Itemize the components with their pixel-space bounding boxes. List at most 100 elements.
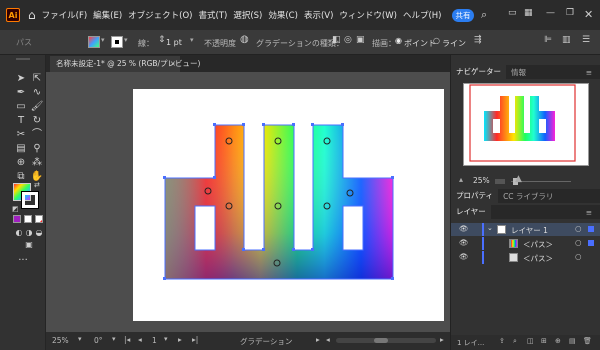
rotation-value[interactable]: 0° [94, 336, 103, 345]
curvature-tool-icon[interactable]: ∿ [30, 87, 44, 99]
close-tab-icon[interactable]: × [170, 56, 176, 72]
layer-row[interactable]: 👁 ＜パス＞ ○ [451, 251, 600, 264]
canvas[interactable] [46, 72, 450, 332]
rotate-tool-icon[interactable]: ↻ [30, 115, 44, 127]
none-mode-icon[interactable] [35, 215, 43, 223]
arrange-documents-icon[interactable]: ▭ [508, 8, 517, 18]
shape-builder-tool-icon[interactable]: ⊕ [14, 157, 28, 169]
panel-menu-icon[interactable]: ≡ [581, 68, 597, 77]
opacity-label[interactable]: 不透明度 [204, 38, 236, 49]
scrollbar-thumb[interactable] [374, 338, 388, 343]
gradient-artwork[interactable] [133, 89, 444, 321]
new-sublayer-icon[interactable]: ⊞ [541, 337, 547, 345]
target-icon[interactable]: ○ [575, 252, 582, 261]
layer-name[interactable]: ＜パス＞ [523, 253, 553, 264]
search-icon[interactable]: ⌕ [481, 8, 487, 22]
chevron-down-icon[interactable]: ▾ [124, 36, 128, 44]
scroll-right-icon[interactable]: ▸ [440, 335, 444, 344]
type-tool-icon[interactable]: T [14, 115, 28, 127]
transform-icon[interactable]: ▥ [562, 35, 571, 45]
screen-mode-icon[interactable]: ▣ [22, 239, 36, 251]
align-icon[interactable]: ⊫ [544, 35, 552, 45]
menu-file[interactable]: ファイル(F) [42, 9, 88, 21]
tab-cc-libraries[interactable]: CC ライブラリ [498, 191, 558, 202]
radial-gradient-icon[interactable]: ◎ [344, 35, 352, 45]
swap-colors-icon[interactable]: ⇄ [34, 181, 40, 189]
layer-row[interactable]: 👁 ⌄ レイヤー 1 ○ [451, 223, 600, 236]
chevron-down-icon[interactable]: ▾ [190, 36, 194, 44]
stroke-swatch[interactable] [111, 36, 123, 48]
symbol-sprayer-tool-icon[interactable]: ⁂ [30, 157, 44, 169]
locate-object-icon[interactable]: ⌕ [513, 337, 517, 346]
chevron-down-icon[interactable]: ▾ [164, 335, 168, 343]
horizontal-scrollbar[interactable] [336, 338, 436, 343]
target-icon[interactable]: ○ [575, 224, 582, 233]
gradient-shape[interactable] [164, 124, 394, 280]
selection-indicator[interactable] [588, 240, 594, 246]
scroll-left-icon[interactable]: ◂ [326, 335, 330, 344]
delete-icon[interactable]: 🗑 [583, 337, 592, 345]
tab-properties[interactable]: プロパティ [451, 189, 499, 203]
close-window-icon[interactable]: ✕ [584, 8, 593, 21]
navigator-zoom-input[interactable]: 25% [473, 176, 490, 185]
eye-icon[interactable]: 👁 [459, 224, 469, 233]
scissors-tool-icon[interactable]: ✂ [14, 129, 28, 141]
menu-effect[interactable]: 効果(C) [268, 9, 298, 21]
layer-name[interactable]: ＜パス＞ [523, 239, 553, 250]
artboard[interactable] [133, 89, 444, 321]
gradient-mode-icon[interactable] [24, 215, 32, 223]
previous-artboard-icon[interactable]: ◂ [138, 335, 142, 344]
zoom-out-icon[interactable]: ▴ [459, 175, 463, 184]
maximize-icon[interactable]: ❐ [566, 8, 574, 18]
lasso-tool-icon[interactable]: ⌒ [30, 129, 44, 141]
menu-type[interactable]: 書式(T) [199, 9, 228, 21]
artboard-number[interactable]: 1 [152, 336, 157, 345]
last-artboard-icon[interactable]: ▸| [192, 335, 198, 344]
menu-select[interactable]: 選択(S) [233, 9, 262, 21]
point-option[interactable]: ポイント [404, 38, 436, 49]
zoom-level[interactable]: 25% [52, 336, 69, 345]
draw-inside-icon[interactable]: ◒ [32, 227, 46, 239]
menu-edit[interactable]: 編集(E) [93, 9, 122, 21]
document-tab[interactable]: 名称未設定-1* @ 25 % (RGB/プレビュー) × [50, 56, 200, 72]
export-icon[interactable]: ⇪ [499, 337, 505, 345]
selection-tool-icon[interactable]: ➤ [14, 73, 28, 85]
stepper-icon[interactable]: ⇕ [158, 35, 166, 45]
pen-tool-icon[interactable]: ✒ [14, 87, 28, 99]
target-icon[interactable]: ○ [575, 238, 582, 247]
tab-layers[interactable]: レイヤー [451, 205, 491, 219]
menu-view[interactable]: 表示(V) [304, 9, 333, 21]
collect-export-icon[interactable]: ▤ [569, 337, 576, 345]
new-layer-icon[interactable]: ⊕ [555, 337, 561, 345]
rectangle-tool-icon[interactable]: ▭ [14, 101, 28, 113]
panel-menu-icon[interactable]: ≡ [581, 208, 597, 217]
selection-indicator[interactable] [588, 226, 594, 232]
gradient-tool-icon[interactable]: ▤ [14, 143, 28, 155]
chevron-down-icon[interactable]: ▾ [78, 335, 82, 343]
eye-icon[interactable]: 👁 [459, 252, 469, 261]
chevron-down-icon[interactable]: ▾ [112, 335, 116, 343]
menu-help[interactable]: ヘルプ(H) [403, 9, 442, 21]
eye-icon[interactable]: 👁 [459, 238, 469, 247]
tab-info[interactable]: 情報 [506, 67, 531, 78]
artboard-tool-icon[interactable]: ⧉ [14, 171, 28, 183]
zoom-in-icon[interactable]: ▲ [515, 174, 522, 184]
zoom-dropdown[interactable] [495, 179, 505, 184]
radio-selected-icon[interactable]: ◉ [395, 36, 402, 45]
linear-gradient-icon[interactable]: ◧ [332, 35, 341, 45]
eyedropper-tool-icon[interactable]: ⚲ [30, 143, 44, 155]
tab-navigator[interactable]: ナビゲーター [451, 65, 506, 79]
layer-name[interactable]: レイヤー 1 [511, 225, 548, 236]
home-icon[interactable]: ⌂ [28, 8, 36, 22]
stroke-color-swatch[interactable] [21, 191, 39, 209]
paintbrush-tool-icon[interactable]: 🖌 [30, 101, 44, 113]
next-artboard-icon[interactable]: ▸ [178, 335, 182, 344]
freeform-gradient-icon[interactable]: ▣ [356, 35, 365, 45]
menu-object[interactable]: オブジェクト(O) [128, 9, 192, 21]
line-option[interactable]: ライン [442, 38, 466, 49]
panel-menu-icon[interactable]: ☰ [582, 35, 590, 45]
stroke-weight-input[interactable]: 1 pt [166, 38, 182, 47]
default-colors-icon[interactable]: ◩ [12, 205, 19, 213]
status-menu-arrow-icon[interactable]: ▸ [316, 335, 320, 344]
recolor-icon[interactable]: ◍ [240, 34, 249, 45]
